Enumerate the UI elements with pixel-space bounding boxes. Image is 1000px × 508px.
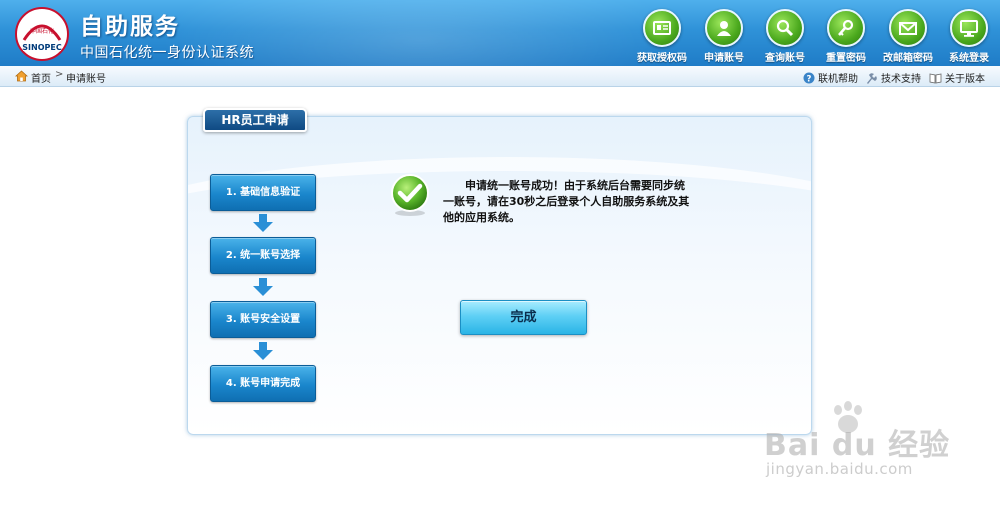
nav-system-login[interactable]: 系统登录 <box>938 9 1000 65</box>
support-icon <box>866 72 878 87</box>
about-version-label: 关于版本 <box>945 74 985 85</box>
arrow-down-icon <box>252 278 274 296</box>
nav-change-mail-password[interactable]: 改邮箱密码 <box>877 9 939 65</box>
step-application-complete: 4. 账号申请完成 <box>210 365 316 402</box>
breadcrumb-separator: > <box>55 69 64 80</box>
step-unified-account-select: 2. 统一账号选择 <box>210 237 316 274</box>
app-header: SINOPEC 中国石化 自助服务 中国石化统一身份认证系统 获取授权码 申请账… <box>0 0 1000 66</box>
nav-label: 查询账号 <box>765 53 805 64</box>
done-button[interactable]: 完成 <box>460 300 587 335</box>
nav-label: 获取授权码 <box>637 53 687 64</box>
magnifier-icon <box>766 9 804 47</box>
nav-reset-password[interactable]: 重置密码 <box>815 9 877 65</box>
nav-label: 系统登录 <box>949 53 989 64</box>
book-icon <box>929 72 942 87</box>
watermark-text: Bai du 经验 <box>764 428 951 463</box>
id-card-icon <box>643 9 681 47</box>
arrow-down-icon <box>252 342 274 360</box>
arrow-down-icon <box>252 214 274 232</box>
success-check-icon <box>388 173 432 217</box>
nav-apply-account[interactable]: 申请账号 <box>693 9 755 65</box>
envelope-icon <box>889 9 927 47</box>
tech-support-link[interactable]: 技术支持 <box>866 70 921 87</box>
svg-text:SINOPEC: SINOPEC <box>22 43 62 52</box>
about-version-link[interactable]: 关于版本 <box>929 70 985 87</box>
app-title: 自助服务 <box>80 14 180 40</box>
baidu-watermark: Bai du 经验 jingyan.baidu.com <box>760 400 1000 500</box>
success-message: 申请统一账号成功！由于系统后台需要同步统一账号，请在30秒之后登录个人自助服务系… <box>443 179 690 224</box>
svg-text:?: ? <box>807 74 812 84</box>
online-help-link[interactable]: ? 联机帮助 <box>803 70 858 87</box>
nav-label: 改邮箱密码 <box>883 53 933 64</box>
nav-get-auth-code[interactable]: 获取授权码 <box>631 9 693 65</box>
nav-label: 申请账号 <box>704 53 744 64</box>
breadcrumb-current: 申请账号 <box>66 74 106 85</box>
svg-text:中国石化: 中国石化 <box>30 27 54 35</box>
nav-query-account[interactable]: 查询账号 <box>754 9 816 65</box>
breadcrumb-home[interactable]: 首页 <box>31 70 51 85</box>
panel-tab-title: HR员工申请 <box>203 108 307 132</box>
watermark-url: jingyan.baidu.com <box>766 460 913 478</box>
breadcrumb-bar: 首页 > 申请账号 ? 联机帮助 技术支持 关于版本 <box>0 66 1000 87</box>
app-subtitle: 中国石化统一身份认证系统 <box>80 45 254 61</box>
step-basic-info-verify: 1. 基础信息验证 <box>210 174 316 211</box>
user-icon <box>705 9 743 47</box>
home-icon[interactable] <box>14 70 29 85</box>
step-account-security: 3. 账号安全设置 <box>210 301 316 338</box>
sinopec-logo: SINOPEC 中国石化 <box>14 6 70 62</box>
nav-label: 重置密码 <box>826 53 866 64</box>
key-icon <box>827 9 865 47</box>
online-help-label: 联机帮助 <box>818 74 858 85</box>
help-icon: ? <box>803 72 815 87</box>
monitor-icon <box>950 9 988 47</box>
tech-support-label: 技术支持 <box>881 74 921 85</box>
